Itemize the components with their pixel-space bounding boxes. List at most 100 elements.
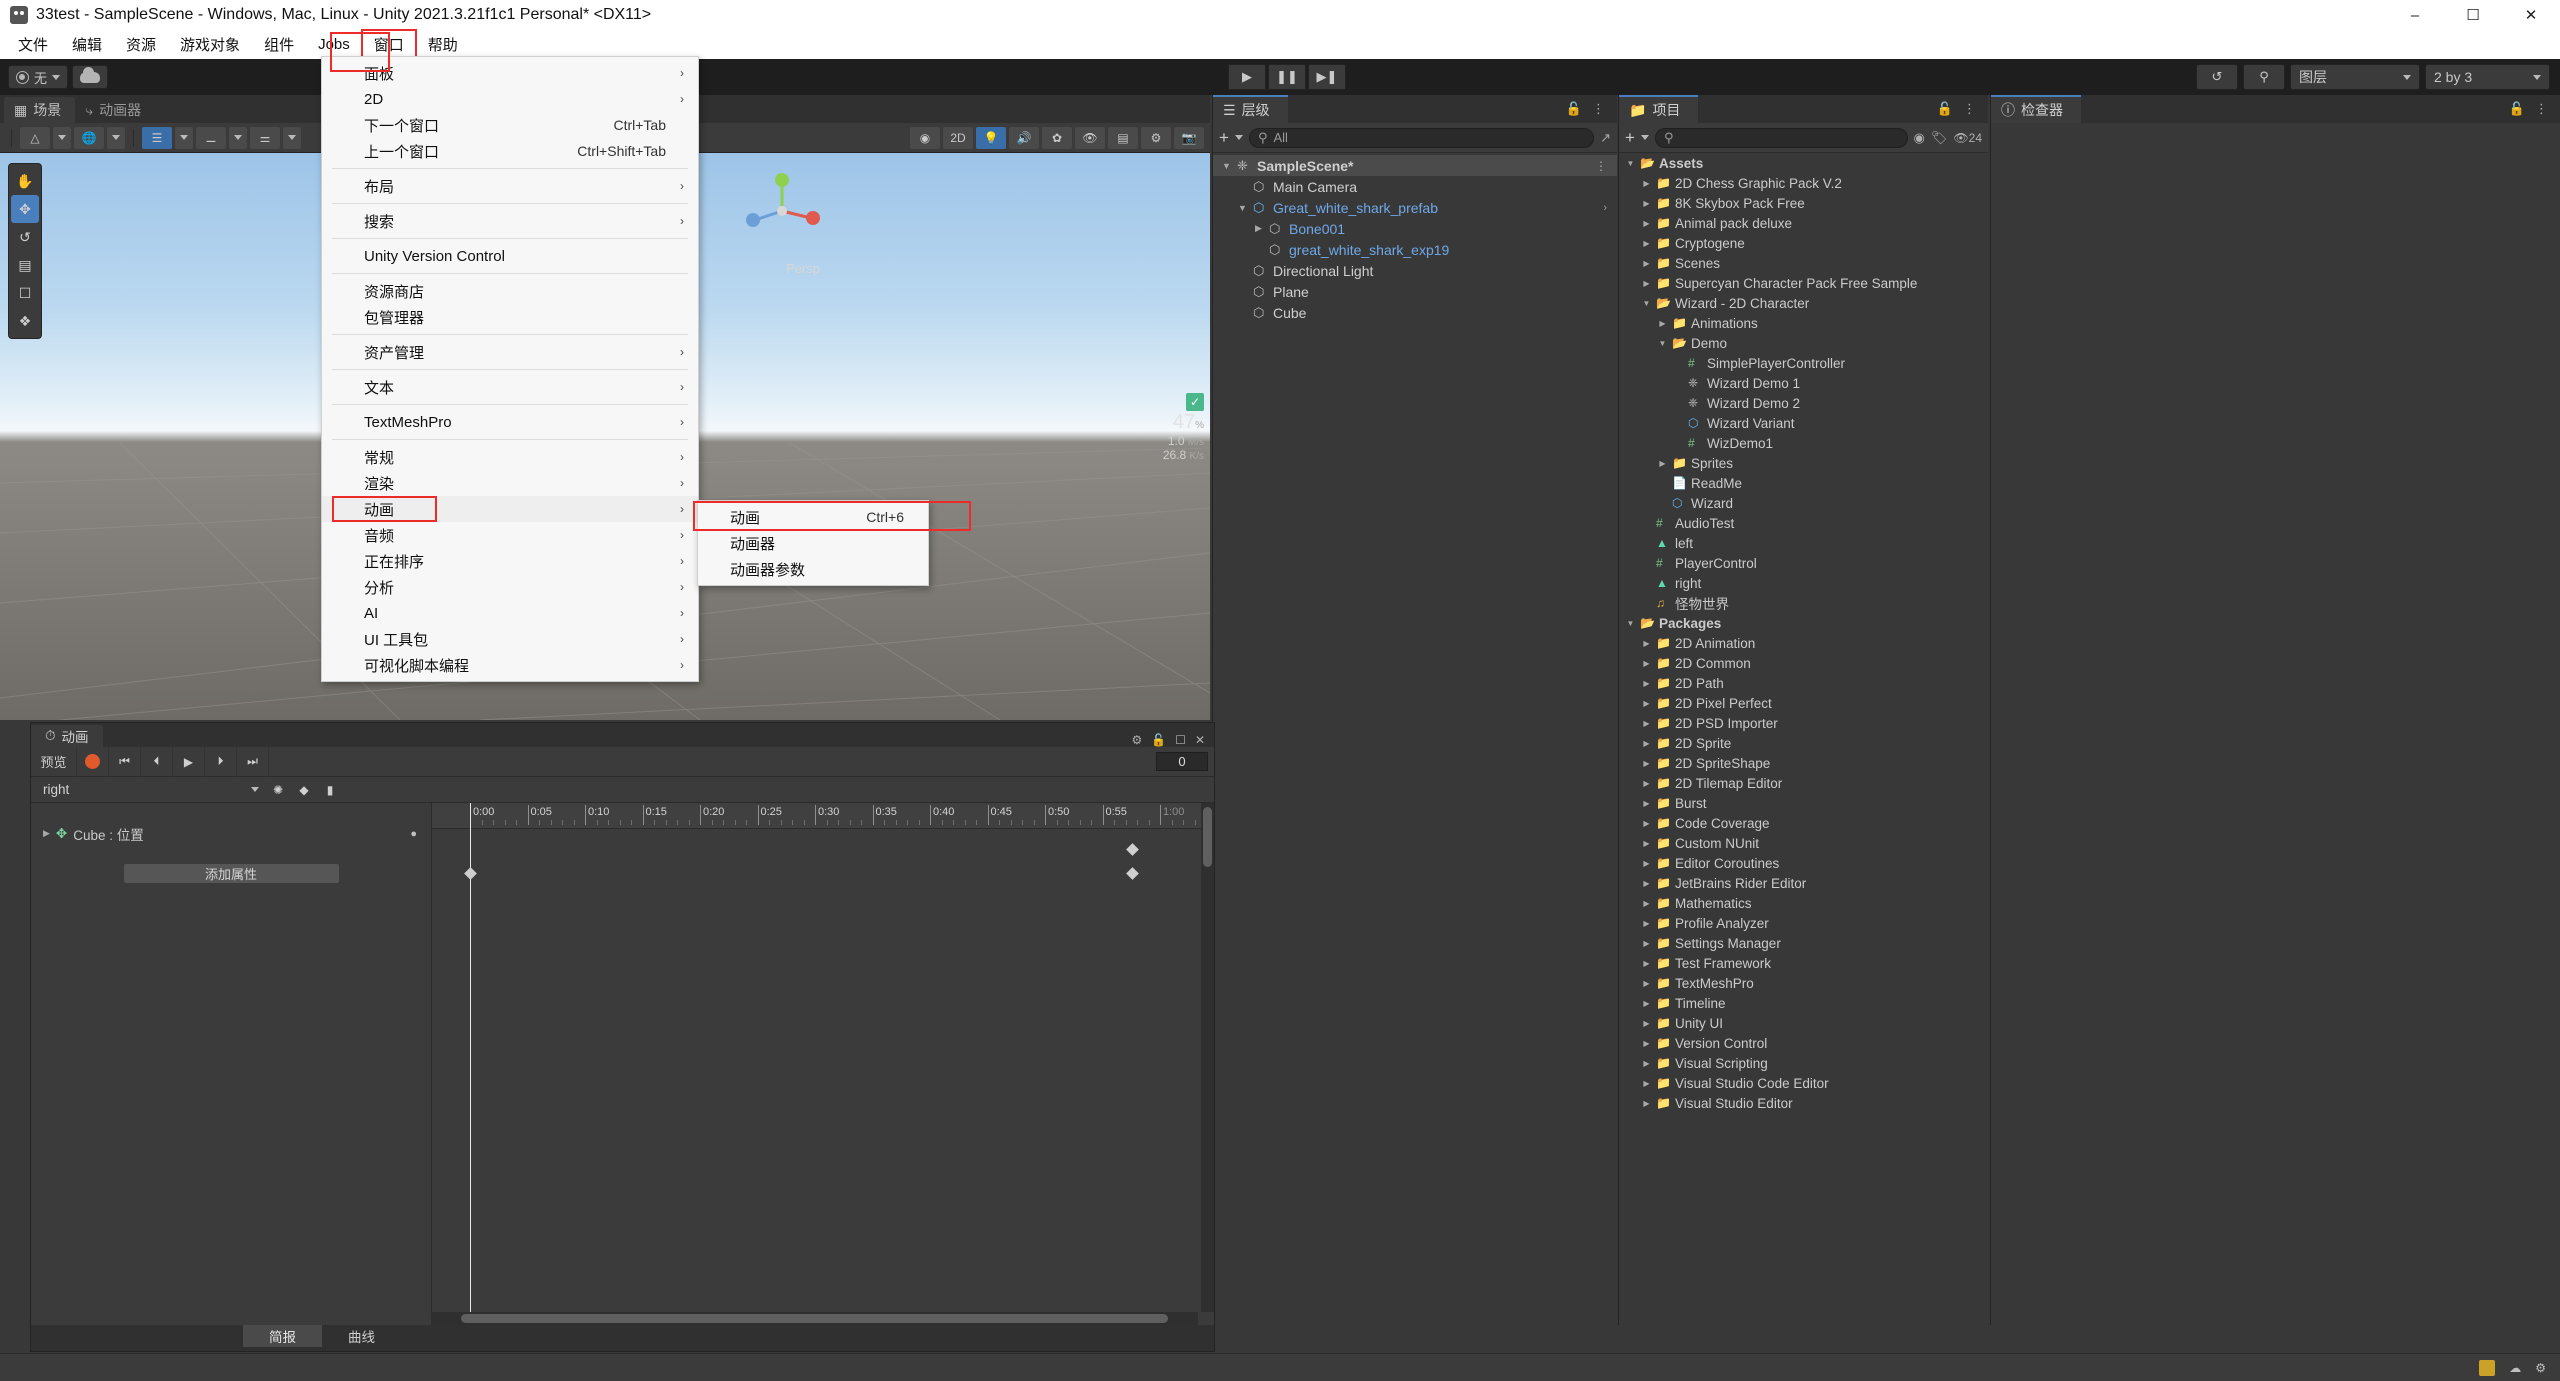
scene-visibility-button[interactable]: ▤ <box>1108 126 1138 149</box>
project-item-profile-analyzer[interactable]: ▶ 📁 Profile Analyzer <box>1619 913 1988 933</box>
expand-arrow-icon[interactable]: ▶ <box>1641 1079 1652 1088</box>
scale-tool[interactable]: ▤ <box>9 251 41 279</box>
hierarchy-item-directional-light[interactable]: ⬡ Directional Light <box>1213 260 1617 281</box>
more-menu-icon[interactable]: ⋮ <box>1963 101 1976 117</box>
project-item-visual-studio-code-editor[interactable]: ▶ 📁 Visual Studio Code Editor <box>1619 1073 1988 1093</box>
maximize-icon[interactable]: ☐ <box>1175 733 1186 747</box>
hidden-objects-button[interactable]: 👁 <box>1075 126 1105 149</box>
timeline-vertical-scrollbar[interactable] <box>1201 803 1214 1312</box>
playhead[interactable] <box>470 803 471 1325</box>
project-item-wizard-demo-1[interactable]: ❈ Wizard Demo 1 <box>1619 373 1988 393</box>
collapse-arrow-icon[interactable]: ▼ <box>1221 161 1232 171</box>
expand-arrow-icon[interactable]: ▶ <box>1641 839 1652 848</box>
project-item-cryptogene[interactable]: ▶ 📁 Cryptogene <box>1619 233 1988 253</box>
project-tree[interactable]: ▼ 📂 Assets ▶ 📁 2D Chess Graphic Pack V.2 ▶ 📁 8K … <box>1619 153 1988 1113</box>
collapse-arrow-icon[interactable]: ▼ <box>1237 203 1248 213</box>
expand-arrow-icon[interactable]: ▶ <box>1641 219 1652 228</box>
tab-project[interactable]: 📁 项目 <box>1619 95 1699 123</box>
expand-arrow-icon[interactable]: ▶ <box>1641 239 1652 248</box>
add-keyframe-icon[interactable]: ◆ <box>291 779 317 801</box>
expand-arrow-icon[interactable]: ▶ <box>1641 279 1652 288</box>
clip-dropdown[interactable]: right <box>37 779 265 801</box>
project-item-scenes[interactable]: ▶ 📁 Scenes <box>1619 253 1988 273</box>
hierarchy-item-plane[interactable]: ⬡ Plane <box>1213 281 1617 302</box>
collapse-arrow-icon[interactable]: ▼ <box>1641 299 1652 308</box>
add-event-icon[interactable]: ▮ <box>317 779 343 801</box>
global-local-button[interactable]: 🌐 <box>74 126 104 149</box>
tab-curves[interactable]: 曲线 <box>322 1325 401 1347</box>
first-frame-button[interactable]: ⏮ <box>109 746 141 777</box>
expand-arrow-icon[interactable]: ▶ <box>1641 879 1652 888</box>
expand-arrow-icon[interactable]: ▶ <box>1641 819 1652 828</box>
grid-snap-button[interactable]: ☰ <box>142 126 172 149</box>
project-item-wizard-demo-2[interactable]: ❈ Wizard Demo 2 <box>1619 393 1988 413</box>
expand-arrow-icon[interactable]: ▶ <box>1641 1019 1652 1028</box>
project-item-2d-chess-graphic-pack-v-2[interactable]: ▶ 📁 2D Chess Graphic Pack V.2 <box>1619 173 1988 193</box>
next-frame-button[interactable]: ⏵ <box>205 746 237 777</box>
project-item-textmeshpro[interactable]: ▶ 📁 TextMeshPro <box>1619 973 1988 993</box>
window-menu-item--[interactable]: 音频 › <box>322 522 698 548</box>
hidden-count-icon[interactable]: 👁24 <box>1953 131 1982 145</box>
hierarchy-item-samplescene-[interactable]: ▼ ❈ SampleScene* ⋮ <box>1213 155 1617 176</box>
project-item-2d-path[interactable]: ▶ 📁 2D Path <box>1619 673 1988 693</box>
collab-icon[interactable]: ☁ <box>2509 1361 2521 1375</box>
audio-toggle-button[interactable]: 🔊 <box>1009 126 1039 149</box>
tab-hierarchy[interactable]: ☰ 层级 <box>1213 95 1288 123</box>
project-item-playercontrol[interactable]: # PlayerControl <box>1619 553 1988 573</box>
expand-arrow-icon[interactable]: ▶ <box>1641 899 1652 908</box>
chevron-right-icon[interactable]: › <box>1603 202 1607 214</box>
more-menu-icon[interactable]: ⋮ <box>1592 101 1605 117</box>
project-item-2d-pixel-perfect[interactable]: ▶ 📁 2D Pixel Perfect <box>1619 693 1988 713</box>
scene-orientation-gizmo[interactable] <box>739 168 825 254</box>
window-menu-item-2d[interactable]: 2D › <box>322 86 698 112</box>
hierarchy-search-input[interactable]: ⚲ All <box>1248 127 1595 148</box>
project-item-packages[interactable]: ▼ 📂 Packages <box>1619 613 1988 633</box>
project-item-audiotest[interactable]: # AudioTest <box>1619 513 1988 533</box>
menu-jobs[interactable]: Jobs <box>306 32 362 57</box>
project-item--[interactable]: ♫ 怪物世界 <box>1619 593 1988 613</box>
pivot-dropdown[interactable] <box>53 126 71 149</box>
expand-arrow-icon[interactable]: ▶ <box>1657 319 1668 328</box>
progress-icon[interactable]: ⚙ <box>2535 1361 2546 1375</box>
hierarchy-item-great-white-shark-prefab[interactable]: ▼ ⬡ Great_white_shark_prefab › <box>1213 197 1617 218</box>
project-item-unity-ui[interactable]: ▶ 📁 Unity UI <box>1619 1013 1988 1033</box>
project-item-timeline[interactable]: ▶ 📁 Timeline <box>1619 993 1988 1013</box>
expand-arrow-icon[interactable]: ▶ <box>1641 699 1652 708</box>
layers-dropdown[interactable]: 图层 <box>2290 64 2420 90</box>
window-menu-item--[interactable]: 搜索 › <box>322 208 698 234</box>
hierarchy-item-great-white-shark-exp19[interactable]: ⬡ great_white_shark_exp19 <box>1213 239 1617 260</box>
expand-arrow-icon[interactable]: ▶ <box>1641 739 1652 748</box>
window-menu-item--[interactable]: 渲染 › <box>322 470 698 496</box>
project-item-2d-tilemap-editor[interactable]: ▶ 📁 2D Tilemap Editor <box>1619 773 1988 793</box>
keyframe-marker[interactable] <box>1126 843 1139 856</box>
keyframe-marker[interactable] <box>464 867 477 880</box>
global-local-dropdown[interactable] <box>107 126 125 149</box>
hierarchy-tree[interactable]: ▼ ❈ SampleScene* ⋮ ⬡ Main Camera ▼ ⬡ Great_white… <box>1213 153 1617 323</box>
animation-submenu-item-0[interactable]: 动画 Ctrl+6 <box>698 504 928 530</box>
expand-arrow-icon[interactable]: ▶ <box>1641 1039 1652 1048</box>
animation-submenu-item-1[interactable]: 动画器 <box>698 530 928 556</box>
magnet-snap-button[interactable]: ⚊ <box>196 126 226 149</box>
window-menu-item--[interactable]: 资源商店 <box>322 278 698 304</box>
expand-arrow-icon[interactable]: ▶ <box>1657 459 1668 468</box>
chevron-down-icon[interactable] <box>1640 135 1649 140</box>
window-menu-item--[interactable]: 文本 › <box>322 374 698 400</box>
expand-arrow-icon[interactable]: ▶ <box>1641 679 1652 688</box>
lock-icon[interactable]: 🔓 <box>1151 733 1166 747</box>
menu-help[interactable]: 帮助 <box>416 30 470 59</box>
menu-edit[interactable]: 编辑 <box>60 30 114 59</box>
hierarchy-item-bone001[interactable]: ▶ ⬡ Bone001 <box>1213 218 1617 239</box>
expand-arrow-icon[interactable]: ▶ <box>1641 979 1652 988</box>
expand-arrow-icon[interactable]: ▶ <box>1641 919 1652 928</box>
property-row[interactable]: ▶ ✥ Cube : 位置 ● <box>31 823 431 844</box>
menu-component[interactable]: 组件 <box>252 30 306 59</box>
pause-button[interactable]: ❚❚ <box>1268 64 1306 90</box>
menu-gameobject[interactable]: 游戏对象 <box>168 30 252 59</box>
step-button[interactable]: ▶❚ <box>1308 64 1346 90</box>
scene-camera-button[interactable]: 📷 <box>1174 126 1204 149</box>
project-item-editor-coroutines[interactable]: ▶ 📁 Editor Coroutines <box>1619 853 1988 873</box>
scroll-thumb[interactable] <box>1203 807 1212 867</box>
shading-mode-button[interactable]: ◉ <box>910 126 940 149</box>
window-menu-item--[interactable]: 资产管理 › <box>322 339 698 365</box>
expand-arrow-icon[interactable]: ▶ <box>1641 1059 1652 1068</box>
